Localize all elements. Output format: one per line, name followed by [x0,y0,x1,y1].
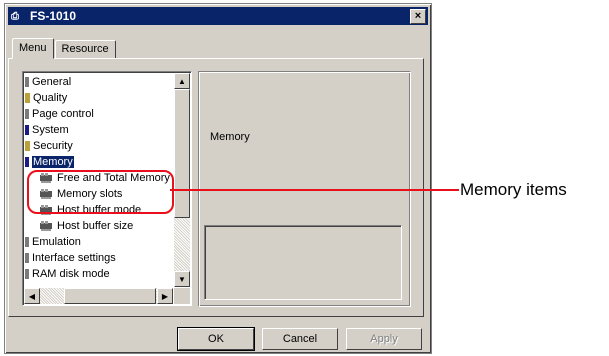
scroll-down-icon[interactable]: ▼ [174,271,190,287]
scroll-right-icon[interactable]: ▶ [157,288,173,304]
item-icon [25,156,29,167]
tree-item-label: Interface settings [32,251,116,264]
tree-item-label: Page control [32,107,94,120]
printer-app-icon: ⎙ [11,10,19,22]
scroll-up-icon[interactable]: ▲ [174,73,190,89]
tab-menu[interactable]: Menu [12,38,54,59]
tree-item-label: Quality [33,91,68,104]
ok-button[interactable]: OK [178,328,254,350]
tree-item-label: General [32,75,72,88]
callout-label: Memory items [460,180,567,199]
detail-subbox [204,225,402,300]
item-icon [25,140,30,151]
scrollbar-corner [174,288,190,304]
callout-line [170,189,459,191]
tree-item-ram-disk-mode[interactable]: RAM disk mode [25,266,110,281]
tree-item-label: System [32,123,69,136]
apply-button[interactable]: Apply [346,328,422,350]
tree-item-system[interactable]: System [25,122,69,137]
tab-strip: Menu Resource [12,38,117,59]
scroll-left-icon[interactable]: ◀ [24,288,40,304]
tree-item-quality[interactable]: Quality [25,90,67,105]
memory-chip-icon [39,220,53,231]
window-title: FS-1010 [30,9,77,23]
tree-item-security[interactable]: Security [25,138,73,153]
tree-item-page-control[interactable]: Page control [25,106,94,121]
item-icon [25,252,29,263]
tree-item-memory[interactable]: Memory [25,154,74,169]
item-icon [25,108,29,119]
tree-item-label: Emulation [32,235,81,248]
tree-item-label: Security [33,139,73,152]
tab-resource[interactable]: Resource [54,40,116,59]
close-icon[interactable]: × [410,8,426,24]
detail-caption: Memory [210,131,250,143]
memory-items-highlight [27,170,174,214]
vertical-scrollbar[interactable]: ▲ ▼ [174,73,190,287]
tree-item-general[interactable]: General [25,74,71,89]
horizontal-scroll-thumb[interactable] [64,288,156,304]
vertical-scroll-thumb[interactable] [174,89,190,218]
tree-item-label: Memory [32,155,74,168]
tree-item-host-buffer-size[interactable]: Host buffer size [39,218,133,233]
horizontal-scrollbar[interactable]: ◀ ▶ [24,288,173,304]
title-bar[interactable]: ⎙ FS-1010 × [8,7,428,25]
tree-item-emulation[interactable]: Emulation [25,234,81,249]
tree-item-label: Host buffer size [57,219,134,232]
item-icon [25,92,30,103]
item-icon [25,124,29,135]
cancel-button[interactable]: Cancel [262,328,338,350]
tree-item-label: RAM disk mode [32,267,110,280]
item-icon [25,76,29,87]
item-icon [25,268,29,279]
tree-item-interface-settings[interactable]: Interface settings [25,250,116,265]
item-icon [25,236,29,247]
